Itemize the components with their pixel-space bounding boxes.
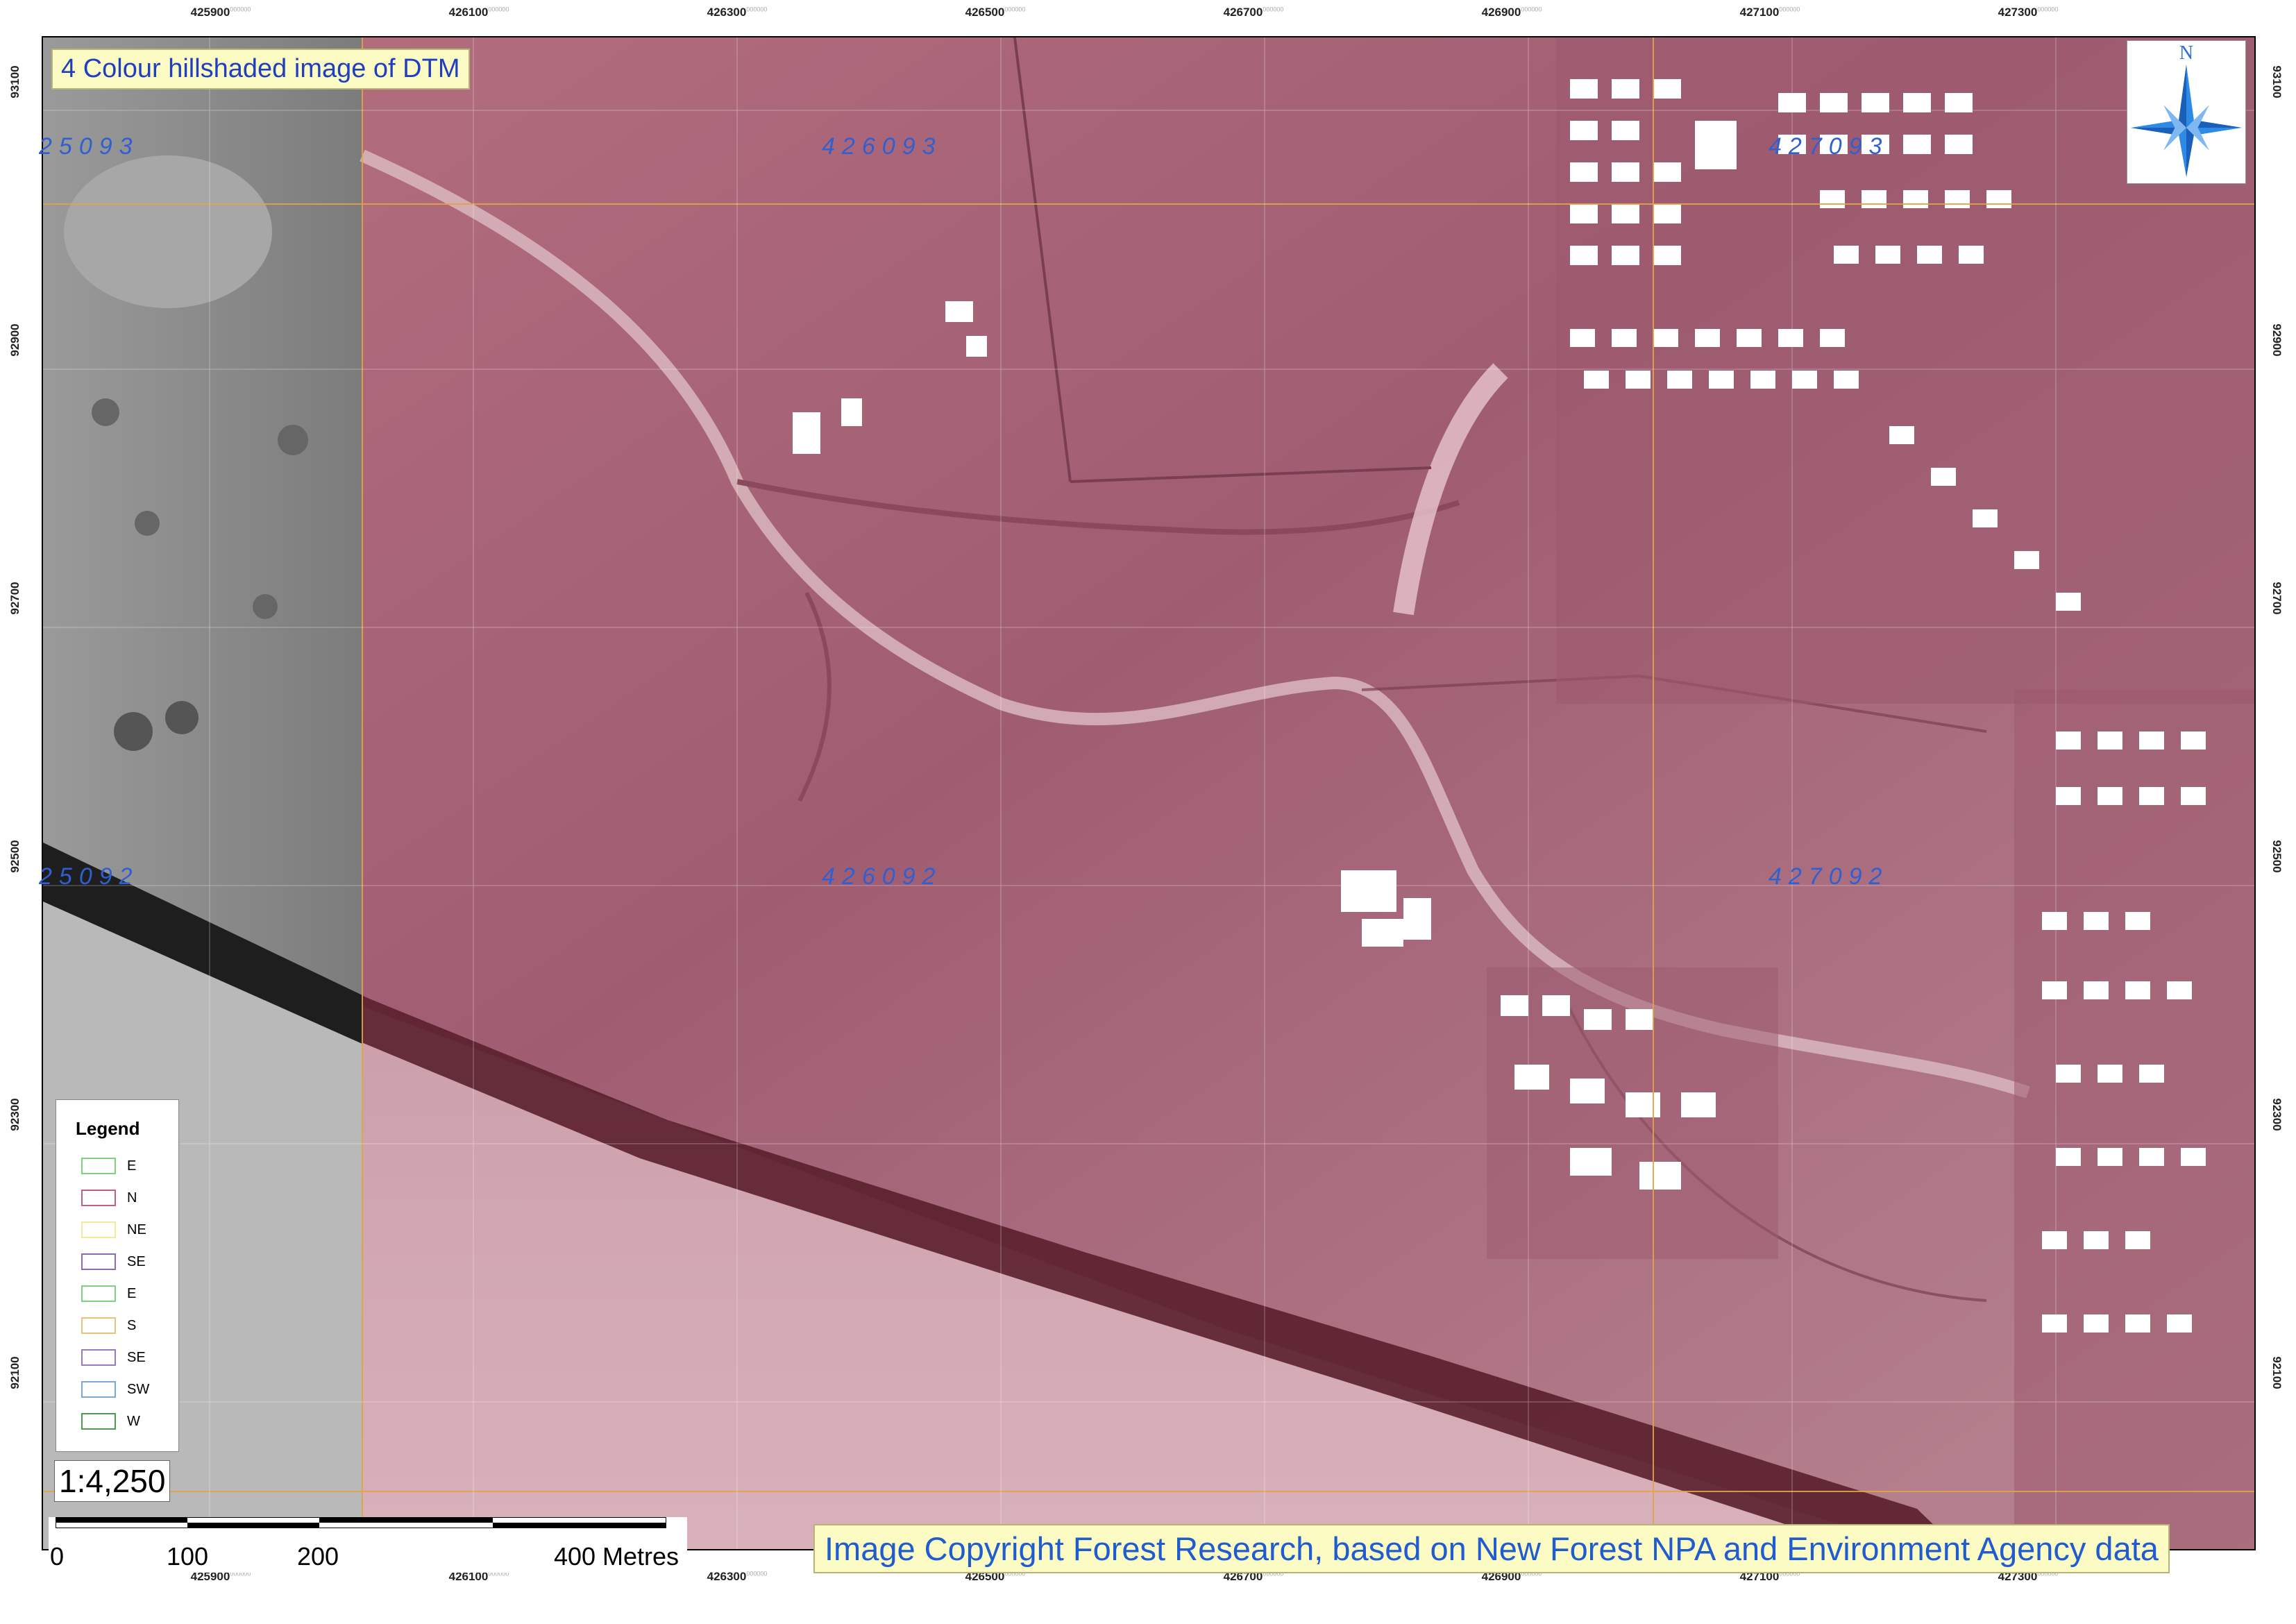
y-tick-label: 93100 xyxy=(2270,65,2284,99)
north-arrow: N xyxy=(2127,40,2246,184)
grid-label: 427093 xyxy=(1769,133,1889,160)
legend-swatch xyxy=(81,1158,116,1174)
legend-item: N xyxy=(81,1189,137,1207)
scale-label: 200 xyxy=(296,1542,339,1571)
legend-item: SE xyxy=(81,1348,146,1367)
y-tick-label: 92900 xyxy=(8,323,22,357)
legend-swatch xyxy=(81,1413,116,1430)
x-tick-label: 427100000000 xyxy=(1739,6,1800,19)
grid-label: 426093 xyxy=(822,133,943,160)
x-tick-label: 425900000000 xyxy=(190,6,251,19)
y-tick-label: 92300 xyxy=(2270,1098,2284,1131)
compass-rose-icon: N xyxy=(2131,42,2242,177)
scale-label: 400 Metres xyxy=(553,1542,679,1571)
legend-swatch xyxy=(81,1285,116,1302)
legend-title: Legend xyxy=(76,1118,140,1139)
legend-item: W xyxy=(81,1412,140,1430)
legend-item: NE xyxy=(81,1221,146,1239)
legend-swatch xyxy=(81,1349,116,1366)
y-tick-label: 92500 xyxy=(8,840,22,873)
x-tick-label: 426500000000 xyxy=(965,6,1026,19)
y-tick-label: 92900 xyxy=(2270,323,2284,357)
y-tick-label: 92500 xyxy=(2270,840,2284,873)
legend-swatch xyxy=(81,1253,116,1270)
scale-bar xyxy=(56,1517,666,1528)
legend-swatch xyxy=(81,1381,116,1398)
x-tick-label: 426300000000 xyxy=(707,1570,768,1583)
map-title: 4 Colour hillshaded image of DTM xyxy=(51,49,470,90)
x-tick-label: 427300000000 xyxy=(1998,6,2059,19)
north-label: N xyxy=(2179,42,2193,64)
y-tick-label: 93100 xyxy=(8,65,22,99)
y-tick-label: 92700 xyxy=(8,582,22,615)
hillshade-map[interactable] xyxy=(43,37,2254,1549)
urban-area xyxy=(2014,690,2254,1549)
x-tick-label: 426700000000 xyxy=(1223,6,1284,19)
x-tick-label: 426900000000 xyxy=(1481,6,1542,19)
legend-item: S xyxy=(81,1317,136,1335)
grayscale-feature xyxy=(64,155,272,308)
legend-item: E xyxy=(81,1285,136,1303)
scale-label: 100 xyxy=(166,1542,209,1571)
legend-item: SE xyxy=(81,1253,146,1271)
legend-swatch xyxy=(81,1221,116,1238)
x-tick-label: 426100000000 xyxy=(448,6,509,19)
x-tick-label: 426300000000 xyxy=(707,6,768,19)
map-frame[interactable] xyxy=(42,36,2256,1550)
grid-label: 25093 xyxy=(39,133,140,160)
grid-label: 25092 xyxy=(39,863,140,890)
grid-label: 427092 xyxy=(1769,863,1889,890)
scale-ratio: 1:4,250 xyxy=(54,1460,171,1502)
y-tick-label: 92100 xyxy=(2270,1356,2284,1389)
copyright-notice: Image Copyright Forest Research, based o… xyxy=(813,1524,2170,1573)
legend: Legend E N NE SE E S SE SW W xyxy=(56,1099,179,1452)
y-tick-label: 92300 xyxy=(8,1098,22,1131)
legend-swatch xyxy=(81,1190,116,1206)
legend-swatch xyxy=(81,1317,116,1334)
y-tick-label: 92700 xyxy=(2270,582,2284,615)
scale-label: 0 xyxy=(49,1542,65,1571)
y-tick-label: 92100 xyxy=(8,1356,22,1389)
legend-item: SW xyxy=(81,1380,149,1398)
grid-label: 426092 xyxy=(822,863,943,890)
legend-item: E xyxy=(81,1157,136,1175)
